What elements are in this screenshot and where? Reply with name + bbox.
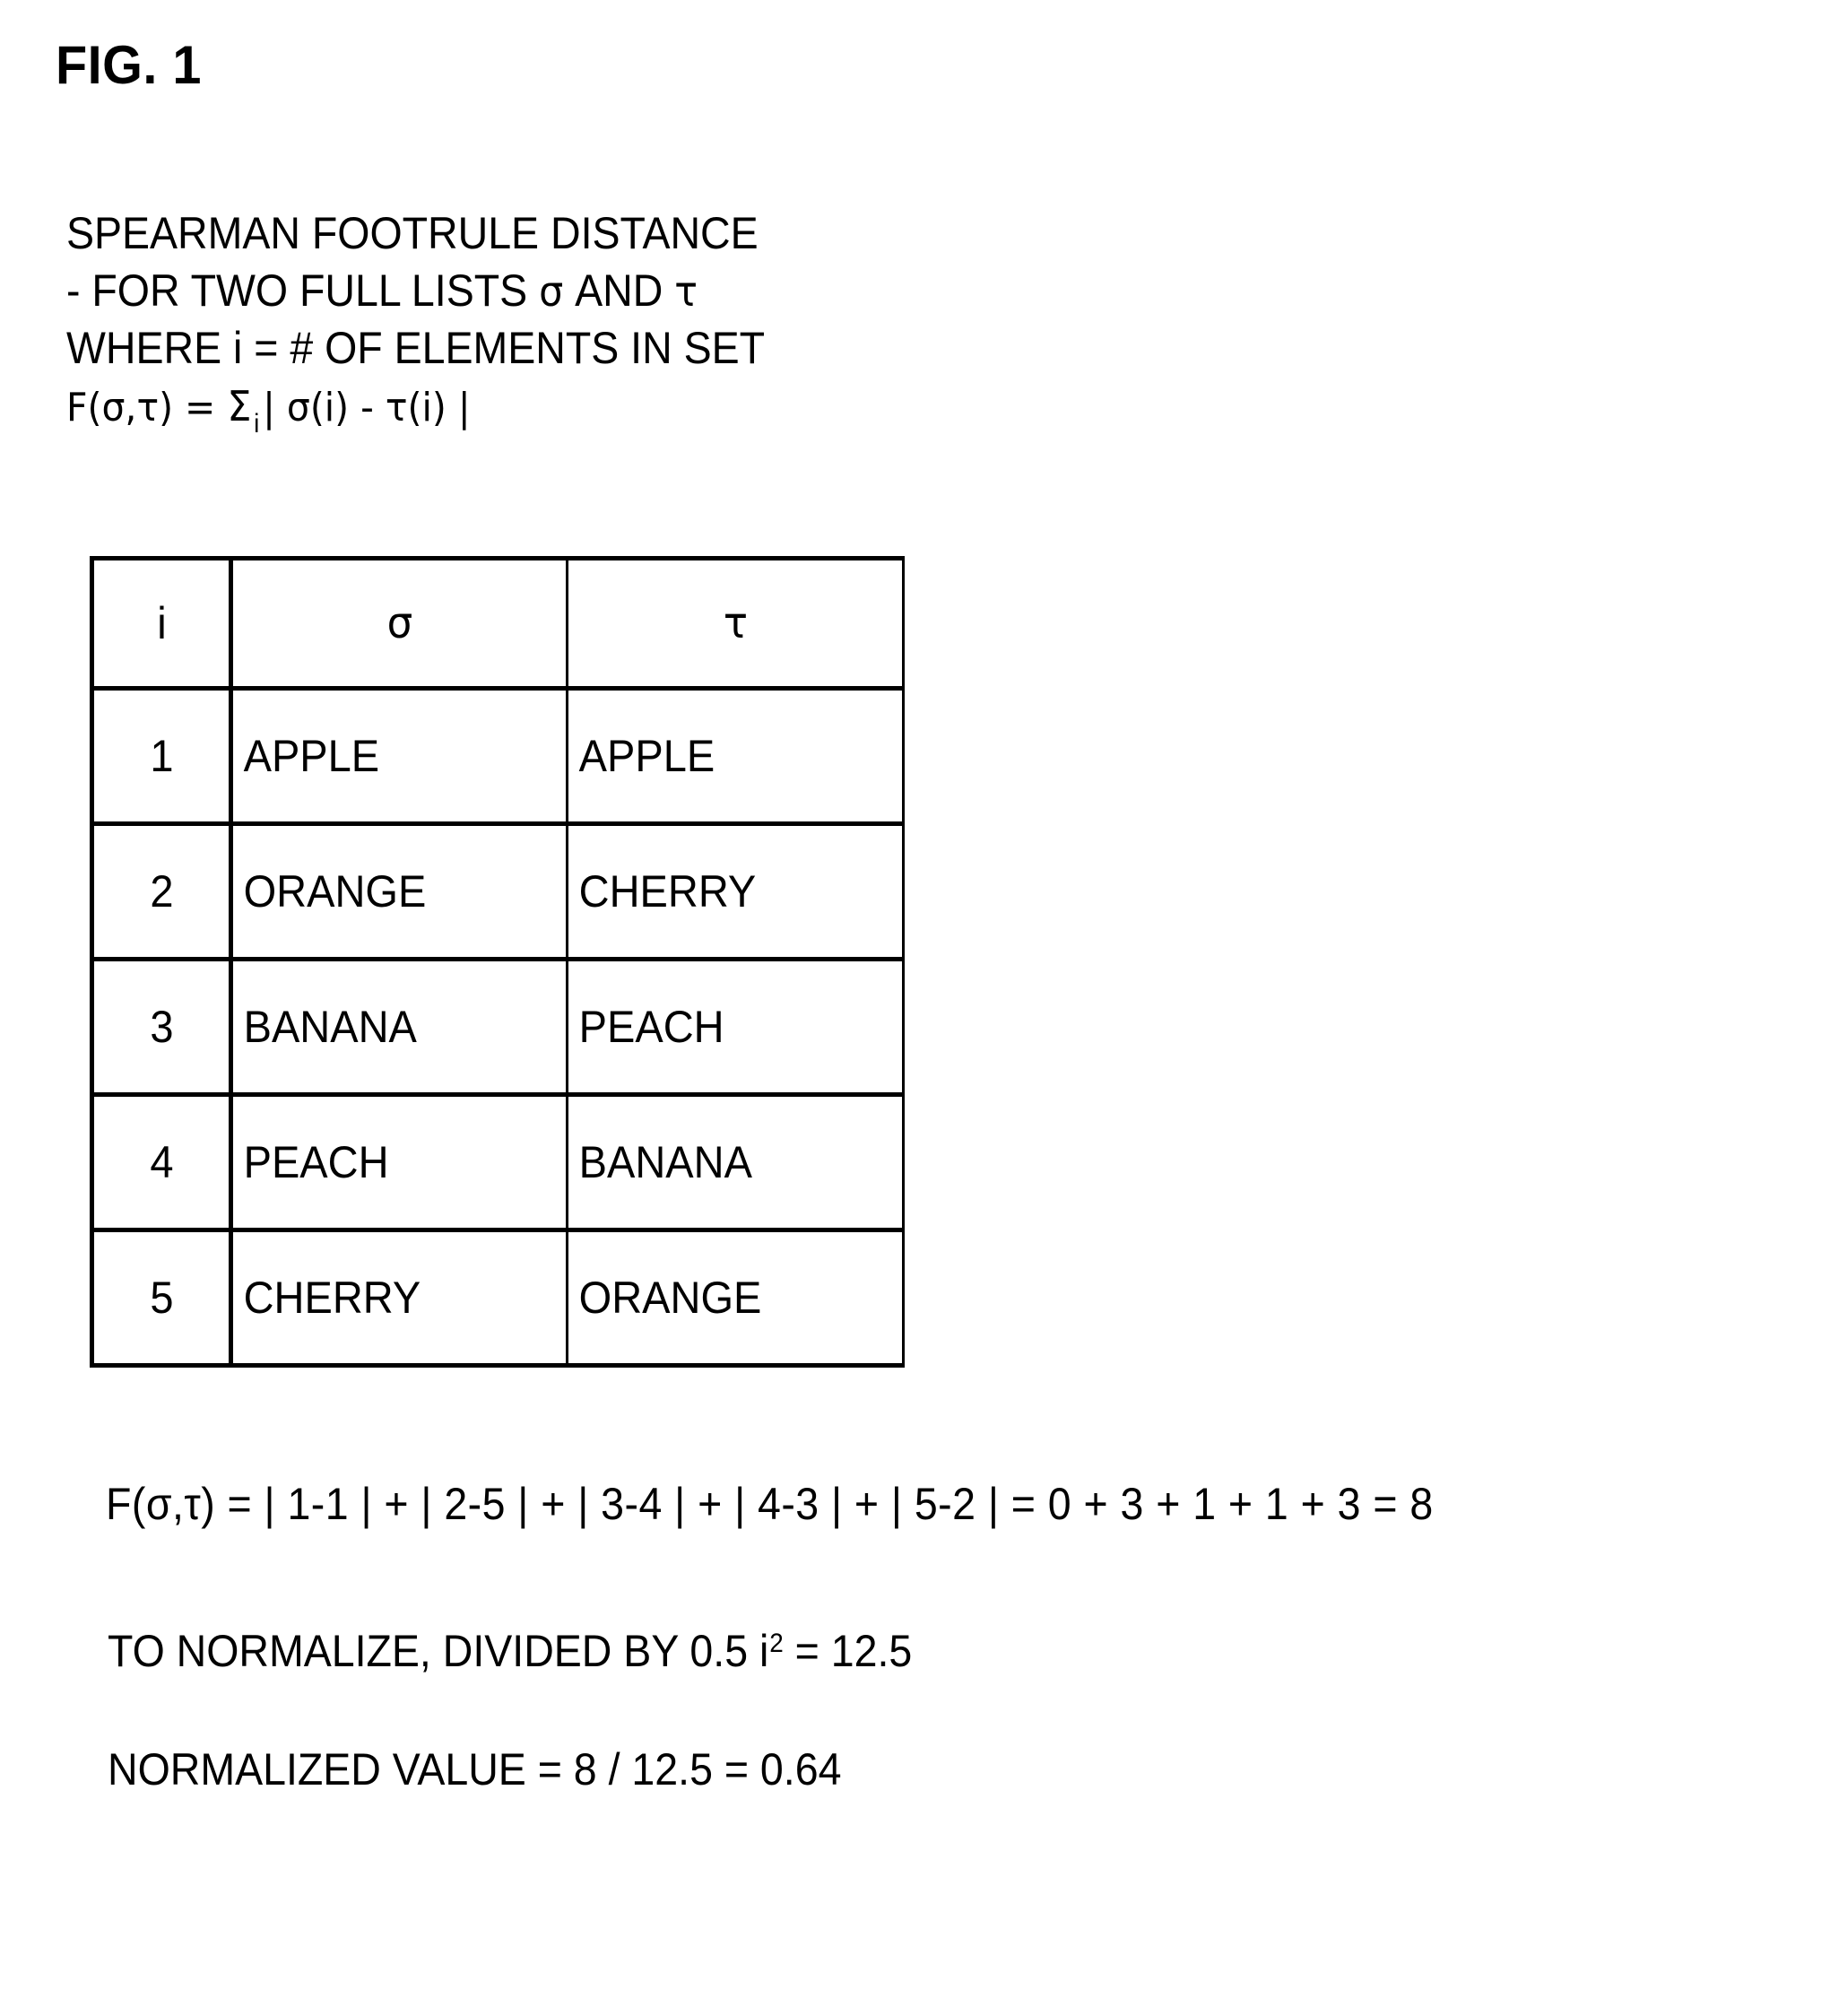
footrule-definition-formula: F(σ,τ) = Σi| σ(i) - τ(i) |: [66, 377, 765, 439]
table-row: 4 PEACH BANANA: [92, 1092, 904, 1232]
ranked-lists-table: i σ τ 1 APPLE APPLE 2 ORANGE CHERRY 3 BA…: [90, 556, 905, 1368]
cell-index: 1: [93, 686, 227, 826]
cell-tau: CHERRY: [576, 821, 895, 961]
cell-tau: APPLE: [576, 686, 895, 826]
tau-symbol: τ: [674, 267, 698, 316]
cell-index: 5: [93, 1228, 227, 1368]
column-header-sigma: σ: [238, 556, 558, 691]
cell-index: 4: [93, 1092, 227, 1232]
equation-footrule-computation: F(σ,τ) = | 1-1 | + | 2-5 | + | 3-4 | + |…: [106, 1479, 1434, 1529]
table-row: 2 ORANGE CHERRY: [92, 821, 904, 961]
cell-sigma: ORANGE: [238, 821, 558, 961]
cell-sigma: APPLE: [238, 686, 558, 826]
table-row: 1 APPLE APPLE: [92, 686, 904, 826]
description-block: SPEARMAN FOOTRULE DISTANCE - FOR TWO FUL…: [66, 204, 766, 439]
cell-tau: ORANGE: [576, 1228, 895, 1368]
cell-tau: PEACH: [576, 957, 895, 1097]
description-line-2: - FOR TWO FULL LISTS σ AND τ: [66, 262, 765, 319]
table-header-row: i σ τ: [92, 556, 904, 691]
equation-normalize-suffix: = 12.5: [783, 1626, 913, 1676]
table-row: 5 CHERRY ORANGE: [92, 1228, 904, 1368]
column-header-tau: τ: [576, 556, 895, 691]
sigma-symbol: σ: [539, 267, 564, 316]
equation-normalize-exponent: 2: [769, 1628, 784, 1658]
cell-sigma: BANANA: [238, 957, 558, 1097]
summation-icon: Σ: [227, 382, 252, 430]
formula-function-label: F(σ,τ) =: [66, 385, 228, 430]
summation-index: i: [254, 408, 260, 439]
cell-sigma: PEACH: [238, 1092, 558, 1232]
description-line-2-mid: AND: [563, 265, 675, 316]
cell-tau: BANANA: [576, 1092, 895, 1232]
equation-normalize-prefix: TO NORMALIZE, DIVIDED BY 0.5 i: [108, 1626, 769, 1676]
column-header-index: i: [93, 556, 227, 691]
cell-index: 2: [93, 821, 227, 961]
cell-sigma: CHERRY: [238, 1228, 558, 1368]
description-line-3: WHERE i = # OF ELEMENTS IN SET: [66, 323, 766, 373]
formula-body: | σ(i) - τ(i) |: [263, 385, 471, 430]
equation-normalize: TO NORMALIZE, DIVIDED BY 0.5 i2 = 12.5: [108, 1625, 912, 1677]
figure-title: FIG. 1: [56, 35, 202, 95]
cell-index: 3: [93, 957, 227, 1097]
description-line-1: SPEARMAN FOOTRULE DISTANCE: [66, 208, 759, 258]
equation-normalized-value: NORMALIZED VALUE = 8 / 12.5 = 0.64: [108, 1744, 842, 1794]
table-row: 3 BANANA PEACH: [92, 957, 904, 1097]
description-line-2-prefix: - FOR TWO FULL LISTS: [66, 265, 540, 316]
